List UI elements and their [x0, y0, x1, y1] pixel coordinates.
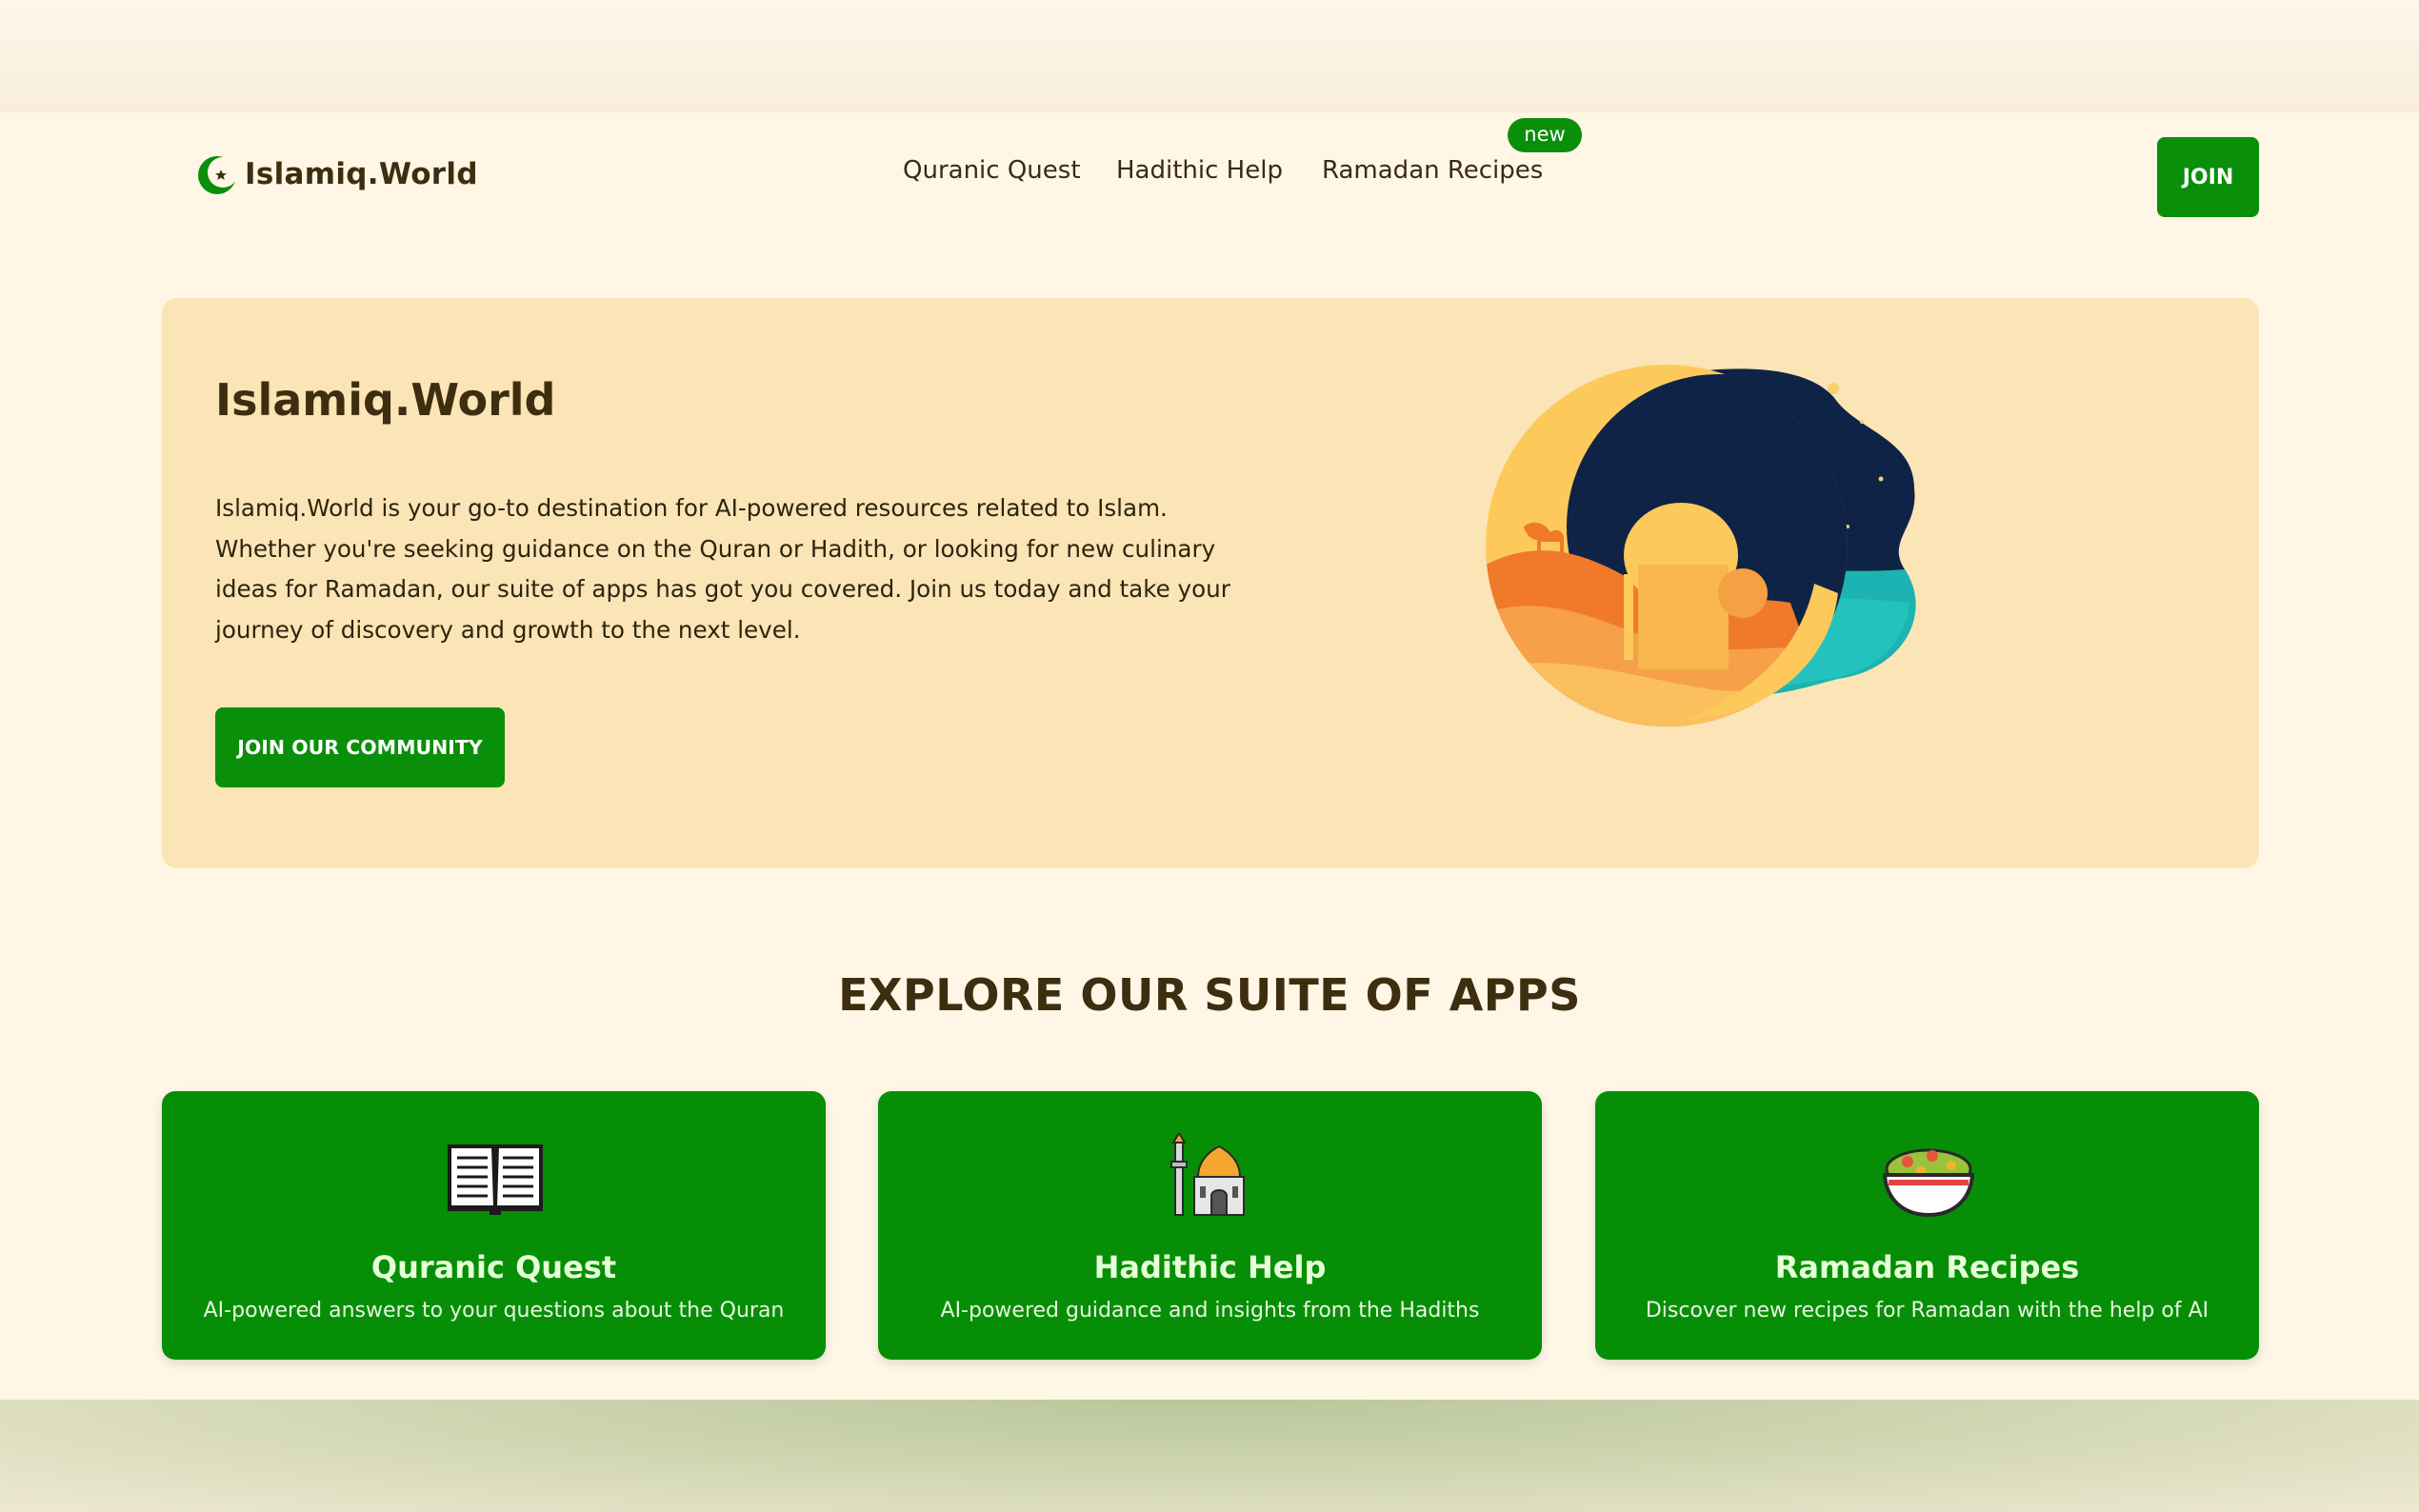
card-title: Quranic Quest: [370, 1249, 617, 1285]
crescent-moon-mosque-icon: [1486, 365, 1916, 726]
open-book-icon: [448, 1144, 543, 1215]
hero-section: Islamiq.World Islamiq.World is your go-t…: [162, 298, 2259, 868]
card-title: Hadithic Help: [1093, 1249, 1327, 1285]
join-button[interactable]: JOIN: [2157, 137, 2259, 217]
card-description: Discover new recipes for Ramadan with th…: [1645, 1299, 2209, 1323]
card-title: Ramadan Recipes: [1774, 1249, 2080, 1285]
card-description: AI-powered guidance and insights from th…: [940, 1299, 1480, 1323]
nav-hadithic-help[interactable]: Hadithic Help: [1116, 156, 1283, 185]
join-community-button[interactable]: JOIN OUR COMMUNITY: [215, 707, 505, 787]
suite-title: EXPLORE OUR SUITE OF APPS: [838, 969, 1581, 1021]
main-nav: Quranic Quest Hadithic Help Ramadan Reci…: [0, 156, 2419, 194]
hero-description: Islamiq.World is your go-to destination …: [215, 494, 1230, 644]
new-badge: new: [1508, 118, 1582, 152]
app-card-quranic-quest[interactable]: Quranic Quest AI-powered answers to your…: [162, 1091, 826, 1360]
card-description: AI-powered answers to your questions abo…: [203, 1299, 785, 1323]
top-backdrop: [0, 0, 2419, 112]
bottom-backdrop: [0, 1400, 2419, 1512]
nav-ramadan-recipes[interactable]: Ramadan Recipes: [1322, 156, 1543, 185]
app-card-ramadan-recipes[interactable]: Ramadan Recipes Discover new recipes for…: [1595, 1091, 2259, 1360]
hero-title: Islamiq.World: [215, 374, 556, 426]
app-card-hadithic-help[interactable]: Hadithic Help AI-powered guidance and in…: [878, 1091, 1542, 1360]
nav-quranic-quest[interactable]: Quranic Quest: [903, 156, 1081, 185]
food-bowl-icon: [1882, 1148, 1975, 1218]
mosque-icon: [1170, 1133, 1245, 1216]
